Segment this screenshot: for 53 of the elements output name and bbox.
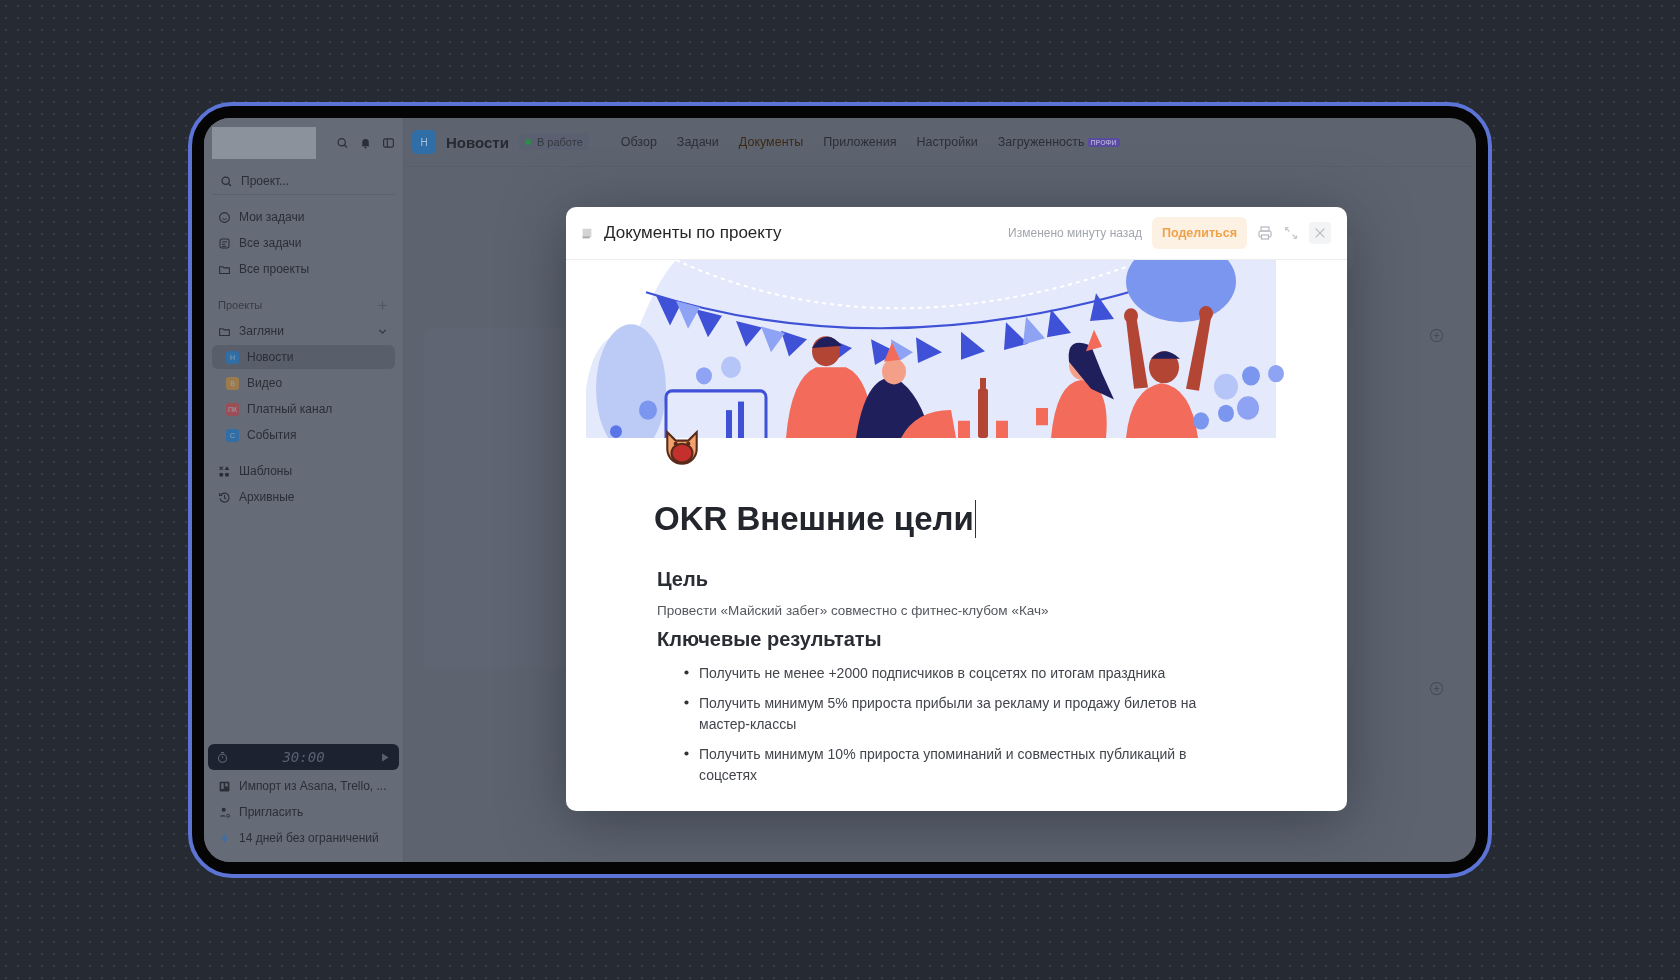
paragraph-text: Провести «Майский забег» совместно с фитнес-клубом «Кач» bbox=[657, 603, 1050, 618]
project-title: Новости bbox=[446, 133, 509, 151]
stopwatch-icon bbox=[216, 750, 229, 764]
modified-time: Изменено минуту назад bbox=[1008, 226, 1142, 240]
sidebar-item[interactable]: Мои задачи bbox=[212, 205, 395, 229]
nav-tab[interactable]: Приложения bbox=[823, 135, 897, 149]
project-badge: Н bbox=[412, 130, 436, 154]
bullet-icon bbox=[684, 751, 689, 756]
folder-item[interactable]: Загляни bbox=[212, 319, 395, 343]
list-item-text: Получить не менее +2000 подписчиков в соцсетях по итогам праздника bbox=[699, 664, 1166, 683]
close-icon bbox=[1313, 226, 1327, 240]
document-title[interactable]: OKR Внешние цели bbox=[654, 500, 976, 538]
expand-icon[interactable] bbox=[1283, 225, 1299, 241]
timer-display: 30:00 bbox=[282, 749, 325, 765]
user-icon bbox=[218, 805, 231, 819]
nav-tab[interactable]: Документы bbox=[738, 135, 804, 149]
dialog-title: Документы по проекту bbox=[604, 223, 783, 243]
document-icon bbox=[580, 226, 594, 240]
sidebar-link[interactable]: Импорт из Asana, Trello, ... bbox=[212, 774, 395, 798]
add-circle-icon[interactable] bbox=[1429, 328, 1444, 343]
sidebar-link[interactable]: 14 дней без ограничений bbox=[212, 826, 395, 850]
bullet-icon bbox=[684, 700, 689, 705]
project-name: События bbox=[247, 428, 297, 442]
lightning-icon bbox=[218, 831, 231, 845]
search-icon[interactable] bbox=[336, 136, 349, 150]
section-heading: Цель bbox=[657, 568, 709, 591]
section-heading: Ключевые результаты bbox=[657, 628, 883, 651]
list-item-text: Получить минимум 10% прироста упоминаний и совместных публикаций в соцсетях bbox=[699, 745, 1188, 785]
sidebar-toggle-icon[interactable] bbox=[382, 136, 395, 150]
sidebar-link[interactable]: Пригласить bbox=[212, 800, 395, 824]
project-name: Видео bbox=[247, 376, 283, 390]
bullet-icon bbox=[684, 670, 689, 675]
sidebar-item[interactable]: Все проекты bbox=[212, 257, 395, 281]
nav-tab[interactable]: Задачи bbox=[676, 135, 719, 149]
print-icon[interactable] bbox=[1257, 225, 1273, 241]
checklist-icon bbox=[218, 236, 231, 250]
nav-tab[interactable]: Настройки bbox=[916, 135, 978, 149]
close-button[interactable] bbox=[1309, 222, 1331, 244]
nav-tab[interactable]: Обзор bbox=[620, 135, 657, 149]
bell-icon[interactable] bbox=[359, 136, 372, 150]
shapes-icon bbox=[218, 464, 231, 478]
search-field[interactable]: Проект... bbox=[241, 174, 381, 188]
add-circle-icon[interactable] bbox=[1429, 681, 1444, 696]
sidebar-item[interactable]: Архивные bbox=[212, 485, 395, 509]
project-name: Платный канал bbox=[247, 402, 333, 416]
history-icon bbox=[218, 490, 231, 504]
share-button[interactable]: Поделиться bbox=[1151, 217, 1247, 249]
sidebar-item[interactable]: Шаблоны bbox=[212, 459, 395, 483]
board-icon bbox=[218, 779, 231, 793]
list-item-text: Получить минимум 5% прироста прибыли за рекламу и продажу билетов на мастер-классы bbox=[699, 694, 1198, 734]
search-icon bbox=[220, 174, 233, 188]
smile-icon bbox=[218, 210, 231, 224]
sidebar-item[interactable]: Все задачи bbox=[212, 231, 395, 255]
